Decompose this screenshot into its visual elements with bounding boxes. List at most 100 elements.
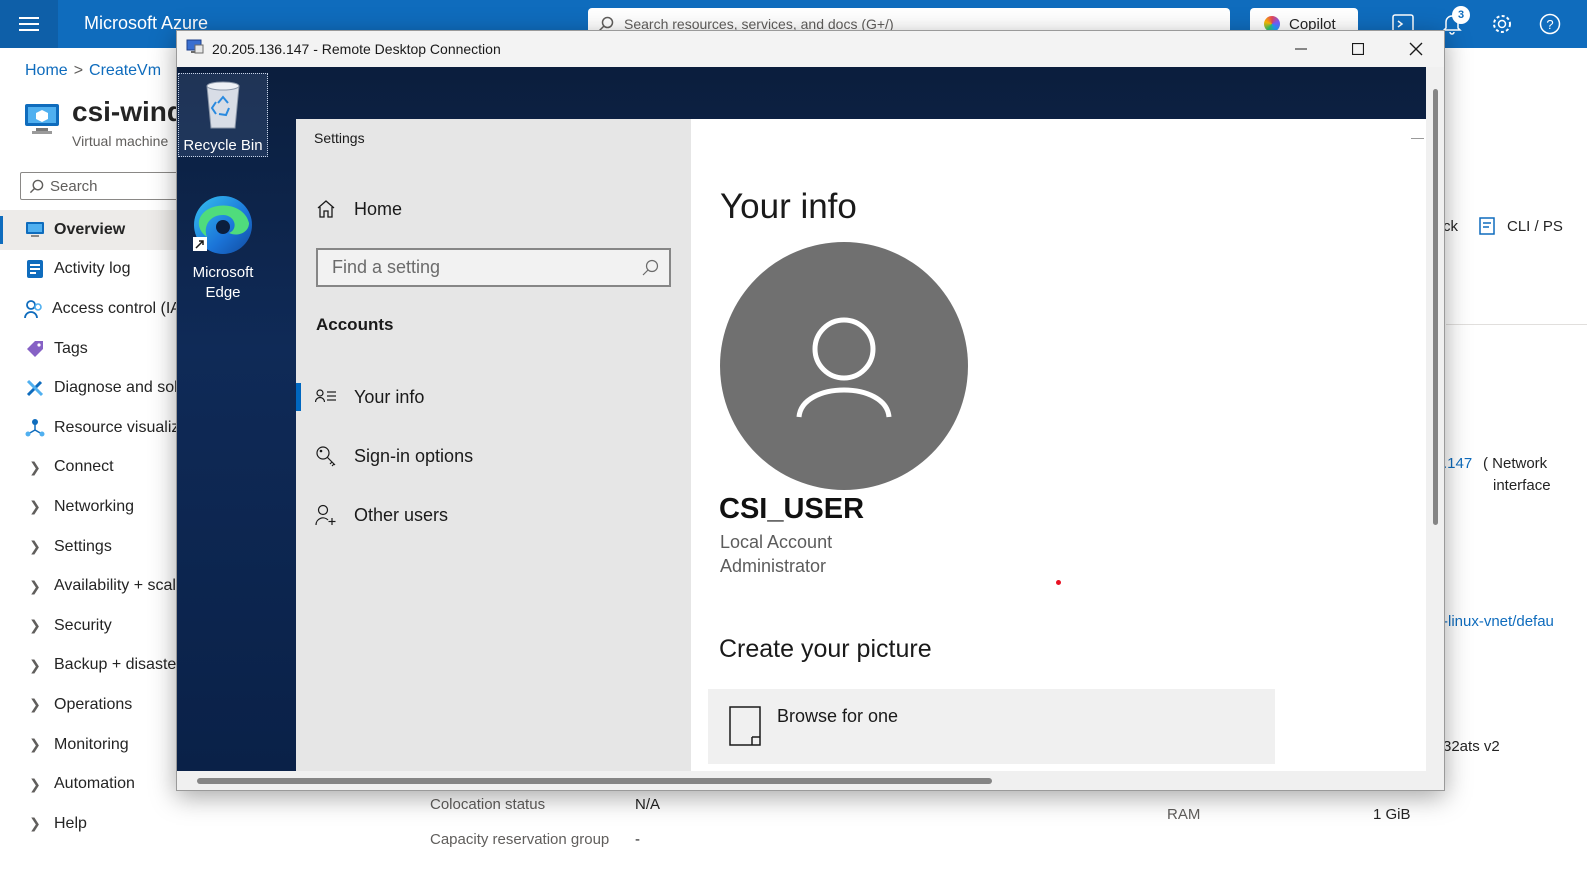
nav-item-label: Access control (IA — [52, 299, 180, 317]
public-ip-link[interactable]: .147 — [1443, 455, 1472, 472]
home-icon — [315, 198, 337, 220]
cursor-dot — [1056, 580, 1061, 585]
nav-item-connect[interactable]: ❯ Connect — [0, 448, 180, 488]
people-icon — [24, 299, 44, 319]
nav-item-label: Overview — [54, 220, 126, 238]
find-setting-input[interactable]: Find a setting — [316, 248, 671, 287]
help-icon: ? — [1539, 13, 1561, 35]
minimize-button[interactable] — [1272, 31, 1330, 67]
breadcrumb-home[interactable]: Home — [25, 62, 68, 79]
desktop-icon-microsoft-edge[interactable]: Microsoft Edge — [178, 193, 268, 303]
chevron-right-icon: ❯ — [29, 736, 41, 753]
svg-text:?: ? — [1546, 17, 1553, 32]
nav-item-label: Resource visualiz — [54, 418, 180, 436]
wrench-icon — [24, 378, 46, 398]
cli-icon — [1479, 217, 1495, 235]
settings-nav-sign-in-options[interactable]: Sign-in options — [296, 436, 691, 476]
rdp-title-bar[interactable]: 20.205.136.147 - Remote Desktop Connecti… — [177, 31, 1444, 67]
nav-item-label: Monitoring — [54, 735, 129, 753]
nav-item-tags[interactable]: Tags — [0, 329, 180, 369]
capacity-reservation-value: - — [635, 831, 640, 848]
person-add-icon — [315, 504, 337, 526]
person-list-icon — [315, 386, 337, 408]
find-setting-placeholder: Find a setting — [332, 257, 441, 277]
ram-label: RAM — [1167, 806, 1201, 823]
vertical-scroll-thumb[interactable] — [1433, 89, 1438, 525]
search-icon — [29, 179, 44, 193]
browse-for-one-button[interactable]: Browse for one — [708, 689, 1275, 764]
desktop-icon-recycle-bin[interactable]: Recycle Bin — [178, 73, 268, 157]
avatar — [720, 242, 968, 490]
nav-item-access-control[interactable]: Access control (IA — [0, 289, 180, 329]
account-type: Local Account — [720, 532, 833, 552]
ram-value: 1 GiB — [1373, 806, 1411, 823]
close-icon — [1409, 42, 1423, 56]
nav-item-availability[interactable]: ❯ Availability + scal — [0, 566, 180, 606]
network-interface-label: ( Network — [1483, 455, 1548, 472]
vnet-link[interactable]: -linux-vnet/defau — [1443, 613, 1554, 630]
edge-icon — [193, 196, 252, 254]
maximize-button[interactable] — [1329, 31, 1387, 67]
gear-icon — [1493, 15, 1511, 33]
hamburger-menu-button[interactable] — [0, 0, 58, 48]
user-icon — [796, 317, 892, 418]
nav-item-label: Settings — [54, 537, 112, 555]
chevron-right-icon: ❯ — [29, 617, 41, 634]
nav-item-overview[interactable]: Overview — [0, 210, 180, 250]
network-interface-label-2: interface — [1493, 477, 1551, 494]
vm-subtitle: Virtual machine — [72, 133, 169, 149]
breadcrumb-separator: > — [73, 62, 84, 79]
toolbar-partial[interactable]: ck — [1443, 218, 1458, 235]
nav-item-networking[interactable]: ❯ Networking — [0, 487, 180, 527]
accounts-heading: Accounts — [316, 315, 394, 334]
capacity-reservation-label: Capacity reservation group — [430, 831, 610, 848]
file-icon — [729, 706, 761, 746]
breadcrumb-createvm[interactable]: CreateVm — [89, 62, 161, 79]
network-icon — [24, 418, 46, 438]
tag-icon — [24, 339, 46, 359]
chevron-right-icon: ❯ — [29, 815, 41, 832]
nav-item-activity-log[interactable]: Activity log — [0, 250, 180, 290]
nav-item-label: Security — [54, 616, 112, 634]
settings-app-title: Settings — [314, 130, 365, 146]
settings-nav-your-info[interactable]: Your info — [296, 377, 691, 417]
chevron-right-icon: ❯ — [29, 538, 41, 555]
minimize-icon — [1295, 48, 1307, 50]
nav-item-settings[interactable]: ❯ Settings — [0, 527, 180, 567]
settings-nav-other-users[interactable]: Other users — [296, 495, 691, 535]
nav-item-monitoring[interactable]: ❯ Monitoring — [0, 725, 180, 765]
horizontal-scroll-thumb[interactable] — [197, 778, 992, 784]
nav-item-label: Backup + disaste — [54, 656, 177, 674]
settings-home[interactable]: Home — [296, 189, 691, 229]
nav-item-label: Tags — [54, 339, 88, 357]
settings-nav-label: Other users — [354, 504, 449, 525]
divider — [1446, 324, 1587, 325]
help-button[interactable]: ? — [1538, 12, 1562, 36]
user-name: CSI_USER — [719, 493, 865, 525]
nav-item-security[interactable]: ❯ Security — [0, 606, 180, 646]
remote-desktop[interactable]: Recycle Bin Microsoft Edge Settings Home… — [177, 67, 1426, 771]
settings-nav-pane: Settings Home Find a setting Accounts Yo… — [296, 119, 691, 771]
nav-item-diagnose[interactable]: Diagnose and sol — [0, 368, 180, 408]
nav-item-operations[interactable]: ❯ Operations — [0, 685, 180, 725]
chevron-right-icon: ❯ — [29, 775, 41, 792]
close-button[interactable] — [1387, 31, 1445, 67]
account-role: Administrator — [720, 556, 827, 576]
nav-item-help[interactable]: ❯ Help — [0, 804, 180, 844]
nav-item-backup[interactable]: ❯ Backup + disaste — [0, 646, 180, 686]
vm-icon — [24, 102, 60, 141]
sidebar-search-input[interactable]: Search — [20, 172, 190, 200]
vm-title: csi-wind — [72, 96, 185, 127]
settings-nav-label: Sign-in options — [354, 445, 474, 466]
nav-item-automation[interactable]: ❯ Automation — [0, 764, 180, 804]
nav-item-resource-visualizer[interactable]: Resource visualiz — [0, 408, 180, 448]
nav-item-label: Connect — [54, 458, 114, 476]
activity-log-icon — [24, 259, 46, 279]
monitor-icon — [24, 220, 46, 240]
nav-item-label: Availability + scal — [54, 577, 176, 595]
chevron-right-icon: ❯ — [29, 498, 41, 515]
cli-ps-button[interactable]: CLI / PS — [1478, 216, 1563, 236]
settings-button[interactable] — [1490, 12, 1514, 36]
cli-ps-label: CLI / PS — [1507, 217, 1563, 235]
nav-item-label: Networking — [54, 497, 135, 515]
